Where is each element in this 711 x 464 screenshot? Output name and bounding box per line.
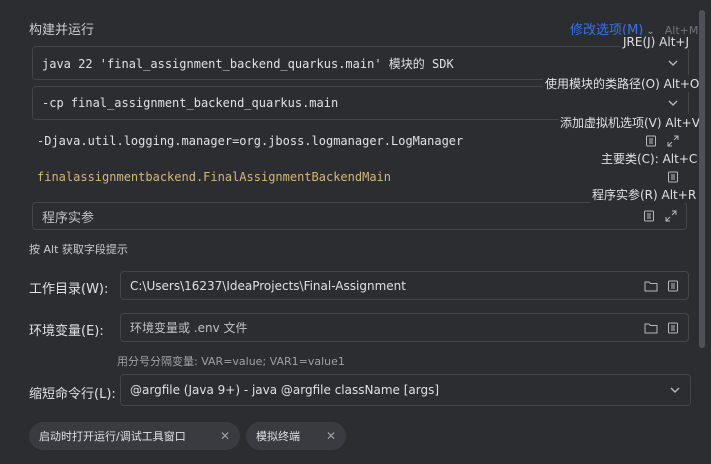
jre-value: java 22 'final_assignment_backend_quarku… [42,56,454,71]
main-class-value: finalassignmentbackend.FinalAssignmentBa… [37,170,392,184]
hint-program-args: 程序实参(R) Alt+R [590,186,699,203]
vertical-scrollbar[interactable] [699,10,705,348]
hint-main-class: 主要类(C): Alt+C [599,150,700,167]
hint-vm-options: 添加虚拟机选项(V) Alt+V [558,114,702,131]
chevron-down-icon[interactable] [666,56,680,70]
folder-icon[interactable] [644,321,658,335]
chip-label: 启动时打开运行/调试工具窗口 [39,430,186,443]
env-vars-field[interactable]: 环境变量或 .env 文件 [120,313,689,342]
chip-emulate-terminal[interactable]: 模拟终端 ✕ [246,422,346,450]
env-vars-hint: 用分号分隔变量: VAR=value; VAR1=value1 [117,355,345,368]
hint-jre: JRE(J) Alt+J [621,35,692,49]
shorten-cmd-label: 缩短命令行(L): [29,387,116,402]
chevron-down-icon[interactable] [668,383,682,397]
document-icon[interactable] [666,170,680,184]
alt-hint-text: 按 Alt 获取字段提示 [29,243,128,256]
hint-module-classpath: 使用模块的类路径(O) Alt+O [543,75,702,92]
chip-label: 模拟终端 [256,430,300,443]
shorten-cmd-value: @argfile (Java 9+) - java @argfile class… [130,383,440,397]
expand-icon[interactable] [664,209,678,223]
document-icon[interactable] [666,321,680,335]
document-icon[interactable] [642,209,656,223]
close-icon[interactable]: ✕ [326,429,336,443]
chip-open-run-tool-window[interactable]: 启动时打开运行/调试工具窗口 ✕ [29,422,240,450]
expand-icon[interactable] [666,134,680,148]
env-vars-placeholder: 环境变量或 .env 文件 [130,321,248,335]
close-icon[interactable]: ✕ [220,429,230,443]
folder-icon[interactable] [644,279,658,293]
classpath-value: -cp final_assignment_backend_quarkus.mai… [42,96,339,110]
program-args-placeholder: 程序实参 [42,210,95,226]
working-dir-label: 工作目录(W): [29,282,109,297]
chevron-down-icon[interactable] [666,96,680,110]
program-args-field[interactable]: 程序实参 [32,202,687,230]
document-icon[interactable] [644,134,658,148]
working-dir-value: C:\Users\16237\IdeaProjects\Final-Assign… [130,278,406,293]
document-icon[interactable] [666,279,680,293]
section-title: 构建并运行 [29,23,95,38]
working-dir-field[interactable]: C:\Users\16237\IdeaProjects\Final-Assign… [120,271,689,300]
env-vars-label: 环境变量(E): [29,324,104,339]
shorten-cmd-select[interactable]: @argfile (Java 9+) - java @argfile class… [120,374,691,406]
vm-options-value: -Djava.util.logging.manager=org.jboss.lo… [37,134,464,148]
